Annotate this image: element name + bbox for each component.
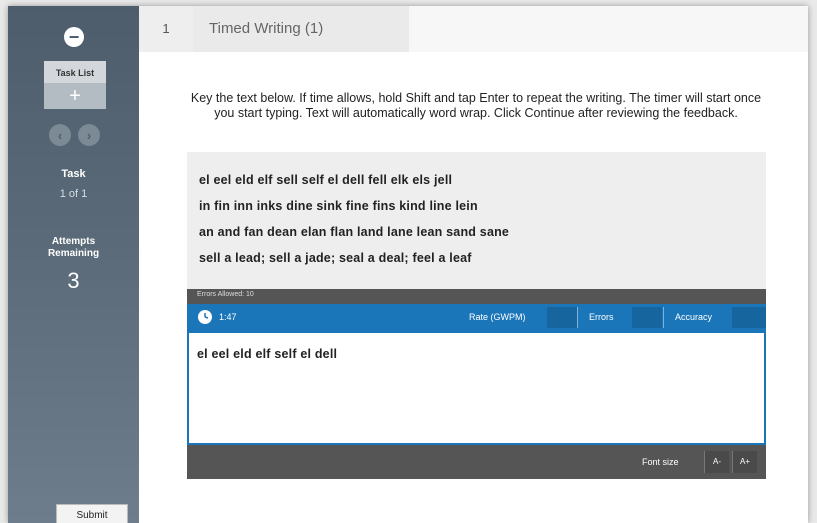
status-bar: 1:47 Rate (GWPM) Errors Accuracy	[187, 304, 766, 331]
attempts-remaining-value: 3	[67, 268, 80, 293]
source-line: in fin inn inks dine sink fine fins kind…	[199, 199, 478, 213]
clock-icon	[198, 310, 212, 324]
task-number: 1	[139, 6, 193, 52]
collapse-button[interactable]: −	[64, 27, 84, 47]
rate-label: Rate (GWPM)	[469, 312, 526, 322]
next-task-button[interactable]: ›	[78, 124, 100, 146]
source-text-panel: el eel eld elf sell self el dell fell el…	[187, 152, 766, 289]
task-header: 1 Timed Writing (1)	[139, 6, 808, 52]
source-line: an and fan dean elan flan land lane lean…	[199, 225, 510, 239]
editor-top-bar: Errors Allowed: 10	[187, 289, 766, 304]
attempts-remaining-label: Attempts Remaining	[47, 236, 100, 259]
submit-button[interactable]: Submit	[56, 504, 128, 523]
source-line: el eel eld elf sell self el dell fell el…	[199, 173, 453, 187]
timer: 1:47	[219, 312, 237, 322]
plus-icon: +	[44, 83, 106, 109]
divider	[577, 307, 578, 328]
rate-value-cell	[547, 307, 577, 328]
font-size-label: Font size	[642, 457, 679, 467]
task-counter: 1 of 1	[59, 188, 88, 200]
font-increase-button[interactable]: A+	[732, 451, 757, 473]
app-window: − Task List + ‹ › Task 1 of 1 Attempts R…	[8, 6, 808, 523]
typed-text: el eel eld elf self el dell	[197, 347, 338, 361]
previous-task-button[interactable]: ‹	[49, 124, 71, 146]
accuracy-value-cell	[732, 307, 766, 328]
errors-label: Errors	[589, 312, 614, 322]
accuracy-label: Accuracy	[675, 312, 713, 322]
task-title: Timed Writing (1)	[193, 6, 409, 52]
errors-allowed-label: Errors Allowed: 10	[197, 291, 254, 298]
editor-footer: Font size A- A+	[187, 445, 766, 479]
task-list-button[interactable]: Task List +	[44, 61, 106, 109]
instructions-text: Key the text below. If time allows, hold…	[190, 91, 762, 120]
divider	[663, 307, 664, 328]
errors-value-cell	[632, 307, 662, 328]
task-label: Task	[61, 168, 86, 180]
source-line: sell a lead; sell a jade; seal a deal; f…	[199, 251, 472, 265]
sidebar: − Task List + ‹ › Task 1 of 1 Attempts R…	[8, 6, 139, 523]
typing-editor: Errors Allowed: 10 1:47 Rate (GWPM) Erro…	[187, 289, 766, 479]
typing-input[interactable]: el eel eld elf self el dell	[187, 331, 766, 445]
font-decrease-button[interactable]: A-	[704, 451, 729, 473]
task-list-label: Task List	[55, 68, 95, 78]
